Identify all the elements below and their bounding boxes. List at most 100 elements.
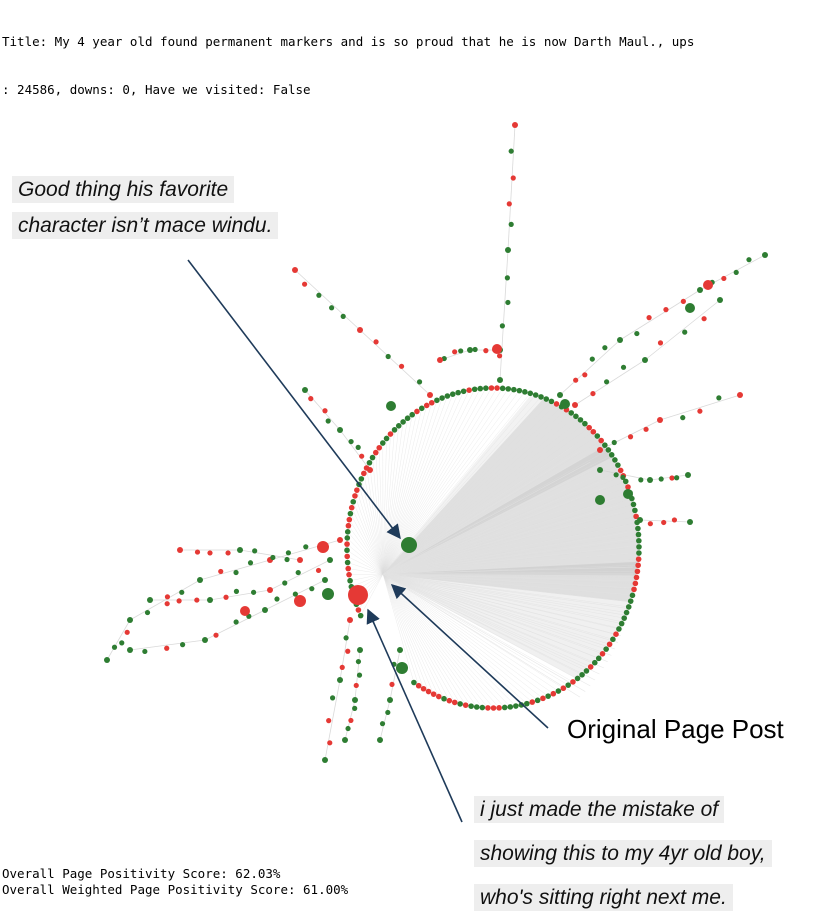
- comment-node: [522, 389, 528, 395]
- comment-node: [112, 645, 117, 650]
- comment-node: [359, 476, 365, 482]
- comment-node: [447, 698, 453, 704]
- comment-node: [616, 626, 622, 632]
- comment-node: [591, 429, 597, 435]
- comment-node: [681, 299, 686, 304]
- comment-node: [509, 149, 514, 154]
- comment-node: [316, 293, 321, 298]
- comment-node: [565, 682, 571, 688]
- comment-node: [468, 703, 474, 709]
- comment-node: [248, 560, 253, 565]
- comment-node: [505, 300, 510, 305]
- graph-edge: [270, 560, 330, 590]
- comment-node: [597, 467, 603, 473]
- comment-node: [505, 275, 510, 280]
- comment-node: [672, 517, 677, 522]
- comment-node: [505, 386, 511, 392]
- top-comment-line-1: Good thing his favorite: [12, 176, 234, 203]
- comment-node: [373, 339, 378, 344]
- comment-node: [513, 703, 519, 709]
- comment-node: [600, 651, 606, 657]
- comment-node: [348, 511, 354, 517]
- comment-node: [630, 593, 636, 599]
- comment-node: [489, 385, 495, 391]
- comment-node: [400, 419, 406, 425]
- comment-node: [370, 455, 376, 461]
- comment-node: [507, 201, 512, 206]
- comment-node: [500, 323, 505, 328]
- graph-edge: [210, 590, 270, 600]
- comment-node: [202, 637, 208, 643]
- comment-node: [344, 541, 350, 547]
- comment-node: [497, 377, 503, 383]
- comment-node: [716, 395, 721, 400]
- comment-node: [337, 427, 343, 433]
- comment-node: [635, 569, 641, 575]
- comment-node: [347, 578, 353, 584]
- comment-node: [450, 391, 456, 397]
- comment-node: [512, 122, 518, 128]
- comment-node: [127, 647, 133, 653]
- bottom-comment-line-1: i just made the mistake of: [474, 796, 724, 823]
- comment-node: [352, 706, 357, 711]
- comment-node: [606, 447, 612, 453]
- comment-node: [322, 577, 328, 583]
- comment-node: [342, 737, 348, 743]
- graph-edge: [650, 475, 688, 480]
- comment-node: [426, 689, 432, 695]
- comment-node: [308, 396, 313, 401]
- comment-node: [267, 587, 273, 593]
- comment-node: [610, 637, 616, 643]
- comment-node: [352, 493, 358, 499]
- comment-node: [385, 710, 390, 715]
- comment-node: [225, 550, 230, 555]
- comment-node: [303, 544, 308, 549]
- comment-node: [543, 396, 549, 402]
- comment-node: [480, 705, 486, 711]
- top-comment-arrow: [188, 260, 400, 538]
- score-footer: Overall Page Positivity Score: 62.03% Ov…: [2, 866, 348, 898]
- comment-node: [557, 392, 563, 398]
- comment-node: [609, 452, 615, 458]
- comment-node: [524, 701, 530, 707]
- comment-node: [603, 646, 609, 652]
- comment-node: [142, 649, 147, 654]
- graph-edge: [575, 360, 645, 405]
- comment-node: [687, 519, 693, 525]
- comment-node: [625, 484, 631, 490]
- comment-node: [165, 601, 170, 606]
- comment-node: [621, 365, 626, 370]
- comment-node: [634, 331, 639, 336]
- comment-node: [388, 431, 394, 437]
- comment-node: [685, 472, 691, 478]
- comment-node: [538, 394, 544, 400]
- comment-node: [636, 544, 642, 550]
- comment-node: [345, 529, 351, 535]
- comment-node: [595, 433, 601, 439]
- comment-node: [697, 287, 703, 293]
- comment-node: [356, 607, 362, 613]
- comment-node: [344, 547, 350, 553]
- comment-node: [472, 386, 478, 392]
- comment-node: [352, 697, 358, 703]
- comment-node: [579, 672, 585, 678]
- comment-node: [262, 607, 268, 613]
- comment-node: [466, 387, 472, 393]
- comment-node: [330, 695, 335, 700]
- comment-node: [570, 679, 576, 685]
- comment-node: [529, 699, 535, 705]
- comment-node: [511, 175, 516, 180]
- comment-node: [376, 445, 382, 451]
- comment-node: [348, 439, 353, 444]
- comment-node: [467, 347, 473, 353]
- comment-node: [500, 386, 506, 392]
- comment-node: [282, 580, 287, 585]
- comment-node: [357, 647, 363, 653]
- comment-node: [623, 489, 633, 499]
- comment-node: [177, 598, 182, 603]
- comment-node: [590, 356, 595, 361]
- graph-edge: [620, 290, 700, 340]
- comment-node: [648, 521, 653, 526]
- comment-node: [327, 557, 333, 563]
- comment-node: [194, 597, 199, 602]
